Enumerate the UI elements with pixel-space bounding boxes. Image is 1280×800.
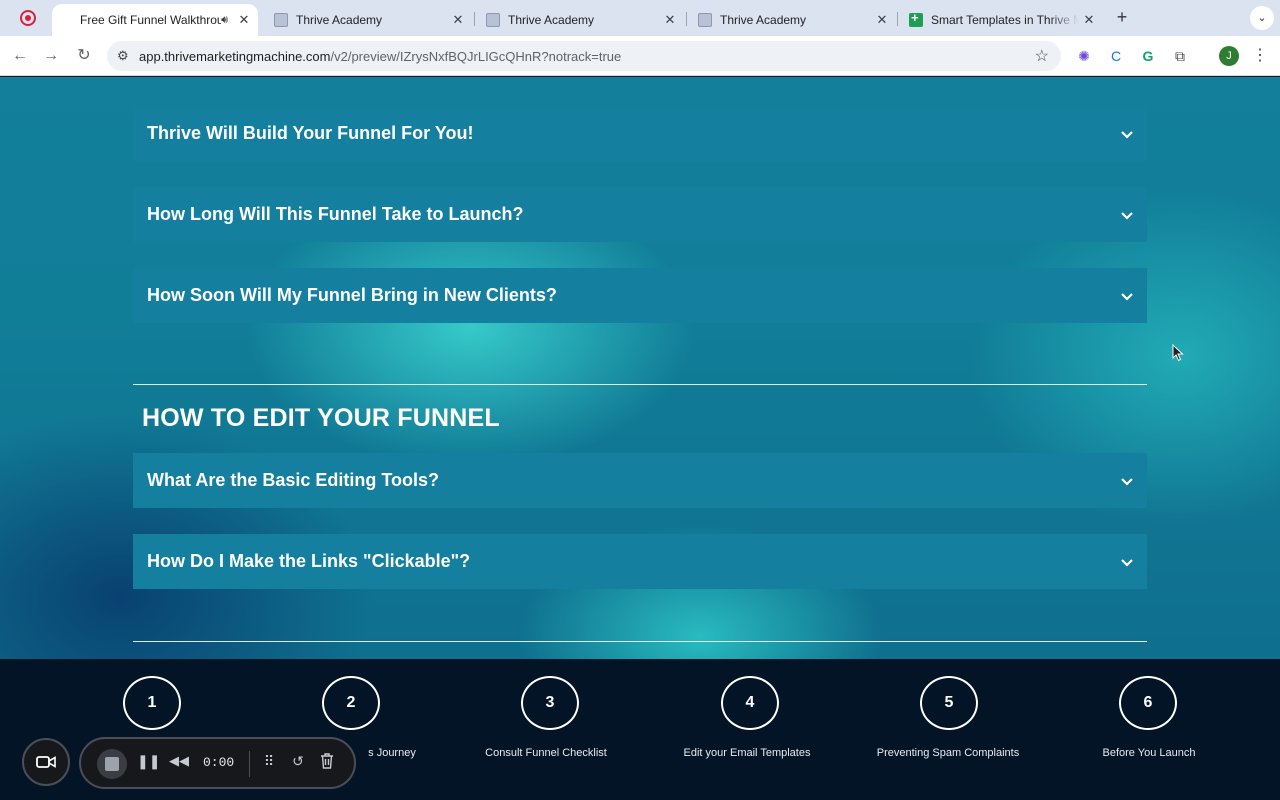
stop-icon: [105, 757, 119, 771]
extensions-puzzle-icon[interactable]: ⧉: [1170, 46, 1190, 66]
forward-arrow-icon[interactable]: →: [39, 44, 63, 68]
chevron-down-icon: [1107, 126, 1147, 142]
url-text[interactable]: app.thrivemarketingmachine.com/v2/previe…: [139, 49, 621, 64]
thrive-favicon-icon: [698, 13, 712, 27]
thrive-favicon-icon: [486, 13, 500, 27]
drag-grid-icon[interactable]: ⠿: [259, 753, 279, 770]
restart-icon[interactable]: ↺: [288, 753, 308, 770]
stop-recording-button[interactable]: [97, 749, 127, 779]
tab-thrive-academy-2[interactable]: Thrive Academy ✕: [474, 4, 684, 36]
faq-question: How Do I Make the Links "Clickable"?: [147, 551, 471, 571]
section-divider: [133, 384, 1147, 385]
extension-c-icon[interactable]: C: [1106, 46, 1126, 66]
camera-toggle-button[interactable]: [22, 738, 70, 786]
tab-close-icon[interactable]: ✕: [448, 12, 468, 28]
step-label: Consult Funnel Checklist: [485, 747, 607, 759]
faq-item-build-funnel[interactable]: Thrive Will Build Your Funnel For You!: [133, 106, 1147, 161]
thrive-favicon-icon: [274, 13, 288, 27]
step-number: 5: [920, 676, 978, 730]
step-label: Preventing Spam Complaints: [876, 747, 1020, 759]
browser-menu-icon[interactable]: ⋮: [1252, 45, 1268, 65]
pause-icon[interactable]: ❚❚: [137, 753, 160, 770]
recording-controls: ❚❚ ◀◀ 0:00 ⠿ ↺: [79, 737, 356, 789]
extension-flower-icon[interactable]: ✺: [1074, 46, 1094, 66]
step-number: 6: [1119, 676, 1177, 730]
tab-thrive-academy-3[interactable]: Thrive Academy ✕: [686, 4, 896, 36]
chevron-down-icon: [1107, 288, 1147, 304]
step-6[interactable]: 6 Before You Launch: [1049, 659, 1249, 800]
step-label: Before You Launch: [1102, 747, 1196, 759]
grammarly-icon[interactable]: G: [1138, 46, 1158, 66]
chevron-down-icon: [1107, 207, 1147, 223]
faq-question: What Are the Basic Editing Tools?: [147, 470, 440, 490]
address-bar[interactable]: ⚙︎ app.thrivemarketingmachine.com/v2/pre…: [107, 41, 1061, 71]
tab-close-icon[interactable]: ✕: [872, 12, 892, 28]
step-number: 1: [123, 676, 181, 730]
reload-icon[interactable]: ↻: [72, 44, 96, 68]
tab-title: Free Gift Funnel Walkthrou: [80, 13, 222, 27]
step-number: 3: [521, 676, 579, 730]
recording-timer: 0:00: [203, 755, 235, 770]
profile-avatar[interactable]: J: [1219, 46, 1239, 66]
chevron-down-icon: [1107, 554, 1147, 570]
browser-toolbar: ← → ↻ ⚙︎ app.thrivemarketingmachine.com/…: [0, 36, 1280, 76]
rewind-icon[interactable]: ◀◀: [169, 753, 189, 769]
tab-search-chevron-icon[interactable]: ⌄: [1250, 6, 1274, 30]
step-5[interactable]: 5 Preventing Spam Complaints: [850, 659, 1050, 800]
sheets-favicon-icon: [909, 10, 923, 27]
tab-close-icon[interactable]: ✕: [1079, 12, 1099, 28]
mouse-cursor-icon: [1172, 344, 1184, 362]
site-settings-icon[interactable]: ⚙︎: [117, 48, 129, 64]
step-label: Edit your Email Templates: [683, 747, 811, 759]
step-number: 4: [721, 676, 779, 730]
step-3[interactable]: 3 Consult Funnel Checklist: [451, 659, 651, 800]
speaker-icon[interactable]: 🔊︎: [221, 14, 228, 27]
url-path: /v2/preview/IZrysNxfBQJrLIGcQHnR?notrack…: [330, 49, 622, 64]
controls-divider: [249, 751, 250, 777]
new-tab-button[interactable]: +: [1112, 7, 1132, 28]
tab-smart-templates[interactable]: Smart Templates in Thrive Ma ✕: [897, 4, 1103, 36]
tab-close-icon[interactable]: ✕: [234, 12, 254, 28]
faq-item-launch-time[interactable]: How Long Will This Funnel Take to Launch…: [133, 187, 1147, 242]
faq-question: Thrive Will Build Your Funnel For You!: [147, 123, 474, 143]
recording-indicator-icon: [20, 10, 36, 26]
tab-close-icon[interactable]: ✕: [660, 12, 680, 28]
chevron-down-icon: [1107, 473, 1147, 489]
browser-tab-strip: Free Gift Funnel Walkthrou 🔊︎ ✕ Thrive A…: [0, 0, 1280, 36]
back-arrow-icon[interactable]: ←: [8, 44, 32, 68]
camera-icon: [36, 756, 56, 768]
tab-thrive-academy-1[interactable]: Thrive Academy ✕: [262, 4, 472, 36]
bookmark-star-icon[interactable]: ☆: [1035, 46, 1049, 66]
step-4[interactable]: 4 Edit your Email Templates: [651, 659, 851, 800]
section-divider: [133, 641, 1147, 642]
tab-title: Smart Templates in Thrive Ma: [931, 13, 1079, 27]
tab-title: Thrive Academy: [508, 13, 595, 27]
tab-title: Thrive Academy: [720, 13, 807, 27]
url-host: app.thrivemarketingmachine.com: [139, 49, 331, 64]
tab-free-gift-funnel[interactable]: Free Gift Funnel Walkthrou 🔊︎ ✕: [52, 4, 258, 36]
faq-item-new-clients[interactable]: How Soon Will My Funnel Bring in New Cli…: [133, 268, 1147, 323]
tab-title: Thrive Academy: [296, 13, 383, 27]
faq-question: How Long Will This Funnel Take to Launch…: [147, 204, 524, 224]
faq-item-editing-tools[interactable]: What Are the Basic Editing Tools?: [133, 453, 1147, 508]
section-title: HOW TO EDIT YOUR FUNNEL: [142, 404, 500, 432]
page-content: Thrive Will Build Your Funnel For You! H…: [0, 77, 1280, 659]
step-number: 2: [322, 676, 380, 730]
trash-icon[interactable]: [317, 753, 337, 772]
faq-item-clickable-links[interactable]: How Do I Make the Links "Clickable"?: [133, 534, 1147, 589]
faq-question: How Soon Will My Funnel Bring in New Cli…: [147, 285, 557, 305]
